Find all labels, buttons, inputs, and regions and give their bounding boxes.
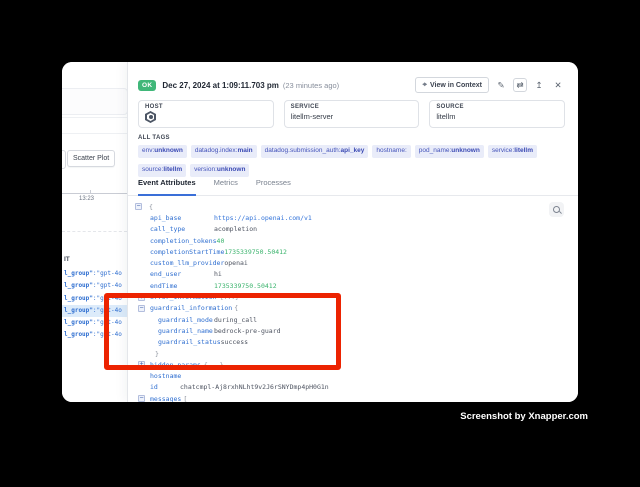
tag-pill[interactable]: source:litellm [138,164,186,177]
tag-pill[interactable]: env:unknown [138,145,187,158]
json-row: completionStartTime1735339750.50412 [128,246,554,257]
json-key: api_base [150,214,214,222]
view-in-context-button[interactable]: ⌖ View in Context [415,77,489,93]
tab-bar: Event Attributes Metrics Processes [128,178,578,196]
tab-event-attributes[interactable]: Event Attributes [138,178,196,195]
json-row: idchatcmpl-Aj8rxhNLht9v2J6rSNYDmp4pH0G1n [128,382,554,393]
all-tags-label: ALL TAGS [138,135,170,141]
related-logs-icon[interactable]: ⇄ [513,78,527,92]
json-row: endTime1735339750.50412 [128,280,554,291]
json-value: hi [214,270,222,278]
json-row: api_basehttps://api.openai.com/v1 [128,212,554,223]
tab-processes[interactable]: Processes [256,178,291,195]
json-row: −{ [128,201,554,212]
json-key: completion_tokens [150,237,217,245]
source-card[interactable]: SOURCE litellm [429,100,565,128]
tag-pill[interactable]: datadog.submission_auth:api_key [261,145,369,158]
facet-section-header: IT [64,256,70,263]
json-row: completion_tokens40 [128,235,554,246]
close-icon[interactable]: ✕ [551,78,565,92]
host-card[interactable]: HOST [138,100,274,128]
tab-metrics[interactable]: Metrics [214,178,238,195]
relative-time: (23 minutes ago) [283,81,339,90]
json-value: acompletion [214,225,257,233]
tag-pill[interactable]: service:litellm [488,145,537,158]
service-card-label: SERVICE [291,104,413,110]
json-value: 1735339750.50412 [224,248,287,256]
status-badge: OK [138,80,156,91]
json-key: call_type [150,225,214,233]
json-row: call_typeacompletion [128,224,554,235]
json-value[interactable]: https://api.openai.com/v1 [214,214,312,222]
host-card-label: HOST [145,104,267,110]
service-card[interactable]: SERVICE litellm-server [284,100,420,128]
service-card-value: litellm-server [291,112,413,121]
event-detail-window: Scatter Plot 13:23 IT l_group":"gpt-4ol_… [62,62,578,402]
divider [62,133,127,134]
json-key: id [150,383,180,391]
tag-pill[interactable]: version:unknown [190,164,249,177]
json-brace: { [149,203,153,211]
json-key: completionStartTime [150,248,224,256]
x-axis-line [62,193,127,194]
json-key: custom_llm_provider [150,259,224,267]
expander-icon[interactable]: − [135,203,142,210]
export-icon[interactable]: ↥ [532,78,546,92]
x-axis-tick [90,190,91,193]
json-key: hostname [150,372,181,380]
scatter-plot-button[interactable]: Scatter Plot [67,150,115,167]
watermark-text: Screenshot by Xnapper.com [460,411,588,422]
tag-pill[interactable]: datadog.index:main [191,145,257,158]
event-header: OK Dec 27, 2024 at 1:09:11.703 pm (23 mi… [138,76,565,94]
annotation-highlight-box [104,293,341,370]
tag-pill[interactable]: hostname: [372,145,410,158]
tag-pill[interactable]: pod_name:unknown [415,145,484,158]
meta-cards: HOST SERVICE litellm-server SOURCE litel… [138,100,565,128]
dashed-gridline [62,231,127,232]
expander-icon[interactable]: − [138,395,145,402]
clipped-card [62,88,127,115]
json-row: hostname [128,370,554,381]
event-timestamp: Dec 27, 2024 at 1:09:11.703 pm [162,81,279,90]
view-in-context-label: View in Context [430,82,482,89]
source-card-label: SOURCE [436,104,558,110]
json-row: custom_llm_provideropenai [128,257,554,268]
json-key: end_user [150,270,214,278]
divider [62,117,127,118]
json-row: −messages[ [128,393,554,402]
clipped-button[interactable] [62,150,66,169]
facet-row[interactable]: l_group":"gpt-4o [62,280,127,292]
facet-row[interactable]: l_group":"gpt-4o [62,268,127,280]
scope-icon: ⌖ [422,81,427,89]
json-value: openai [224,259,247,267]
json-key: messages [150,395,181,402]
json-value: chatcmpl-Aj8rxhNLht9v2J6rSNYDmp4pH0G1n [180,383,329,391]
x-axis-tick-label: 13:23 [79,196,94,202]
json-row: end_userhi [128,269,554,280]
json-brace: [ [183,395,187,402]
json-value: 40 [217,237,225,245]
json-key: endTime [150,282,214,290]
pencil-icon[interactable]: ✎ [494,78,508,92]
source-card-value: litellm [436,112,558,121]
json-value: 1735339750.50412 [214,282,277,290]
host-hexagon-icon [145,111,156,123]
tags-list: env:unknown datadog.index:main datadog.sub… [138,143,565,181]
